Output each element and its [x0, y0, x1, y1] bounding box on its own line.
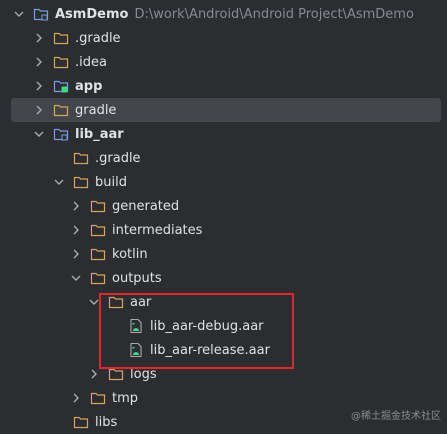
aar-file-icon — [128, 342, 144, 358]
chevron-down-icon[interactable] — [88, 290, 100, 314]
folder-icon — [90, 222, 106, 238]
tree-row-label: .gradle — [95, 150, 141, 166]
tree-row-label: build — [95, 174, 127, 190]
tree-row-asmdemo[interactable]: AsmDemo D:\work\Android\Android Project\… — [0, 2, 447, 26]
tree-row-label: intermediates — [112, 222, 203, 238]
folder-icon — [53, 54, 69, 70]
tree-row-release-aar[interactable]: lib_aar-release.aar — [0, 338, 447, 362]
chevron-down-icon[interactable] — [13, 2, 25, 26]
tree-row-app[interactable]: app — [0, 74, 447, 98]
module-folder-icon — [33, 6, 49, 22]
tree-row-label: logs — [130, 366, 157, 382]
tree-row-aar[interactable]: aar — [0, 290, 447, 314]
tree-row-lib-aar[interactable]: lib_aar — [0, 122, 447, 146]
tree-row-build[interactable]: build — [0, 170, 447, 194]
folder-icon — [108, 366, 124, 382]
tree-row-outputs[interactable]: outputs — [0, 266, 447, 290]
folder-icon — [53, 102, 69, 118]
folder-icon — [73, 150, 89, 166]
tree-row-label: lib_aar-release.aar — [150, 342, 270, 358]
tree-row-idea[interactable]: .idea — [0, 50, 447, 74]
folder-icon — [90, 198, 106, 214]
tree-row-gradle-dir[interactable]: .gradle — [0, 26, 447, 50]
tree-row-label: libs — [95, 414, 118, 430]
tree-row-label: aar — [130, 294, 152, 310]
folder-icon — [108, 294, 124, 310]
chevron-right-icon[interactable] — [70, 218, 82, 242]
tree-row-kotlin[interactable]: kotlin — [0, 242, 447, 266]
chevron-down-icon[interactable] — [70, 266, 82, 290]
tree-row-label: .gradle — [75, 30, 121, 46]
tree-row-label: .idea — [75, 54, 107, 70]
chevron-right-icon[interactable] — [70, 386, 82, 410]
tree-row-label: generated — [112, 198, 180, 214]
tree-row-label: app — [75, 78, 103, 94]
project-path: D:\work\Android\Android Project\AsmDemo — [134, 6, 414, 22]
tree-row-intermediates[interactable]: intermediates — [0, 218, 447, 242]
folder-icon — [90, 246, 106, 262]
tree-row-generated[interactable]: generated — [0, 194, 447, 218]
chevron-right-icon[interactable] — [88, 362, 100, 386]
module-folder-icon — [53, 126, 69, 142]
tree-row-label: tmp — [112, 390, 139, 406]
tree-row-gradle[interactable]: gradle — [11, 98, 441, 122]
folder-icon — [90, 390, 106, 406]
tree-row-label: lib_aar-debug.aar — [150, 318, 264, 334]
folder-icon — [53, 30, 69, 46]
tree-row-lib-gradle-dir[interactable]: .gradle — [0, 146, 447, 170]
chevron-right-icon[interactable] — [33, 26, 45, 50]
android-module-folder-icon — [53, 78, 69, 94]
chevron-right-icon[interactable] — [70, 194, 82, 218]
chevron-down-icon[interactable] — [33, 122, 45, 146]
chevron-right-icon[interactable] — [70, 242, 82, 266]
watermark: @稀土掘金技术社区 — [351, 411, 441, 422]
folder-icon — [90, 270, 106, 286]
tree-row-label: gradle — [75, 102, 117, 118]
tree-row-logs[interactable]: logs — [0, 362, 447, 386]
project-tree: AsmDemo D:\work\Android\Android Project\… — [0, 0, 447, 430]
tree-row-label: outputs — [112, 270, 162, 286]
chevron-right-icon[interactable] — [33, 74, 45, 98]
folder-icon — [73, 174, 89, 190]
tree-row-label: AsmDemo — [55, 6, 129, 22]
chevron-down-icon[interactable] — [53, 170, 65, 194]
chevron-right-icon[interactable] — [33, 50, 45, 74]
tree-row-label: kotlin — [112, 246, 148, 262]
tree-row-label: lib_aar — [75, 126, 124, 142]
aar-file-icon — [128, 318, 144, 334]
tree-row-debug-aar[interactable]: lib_aar-debug.aar — [0, 314, 447, 338]
chevron-right-icon[interactable] — [33, 98, 45, 122]
